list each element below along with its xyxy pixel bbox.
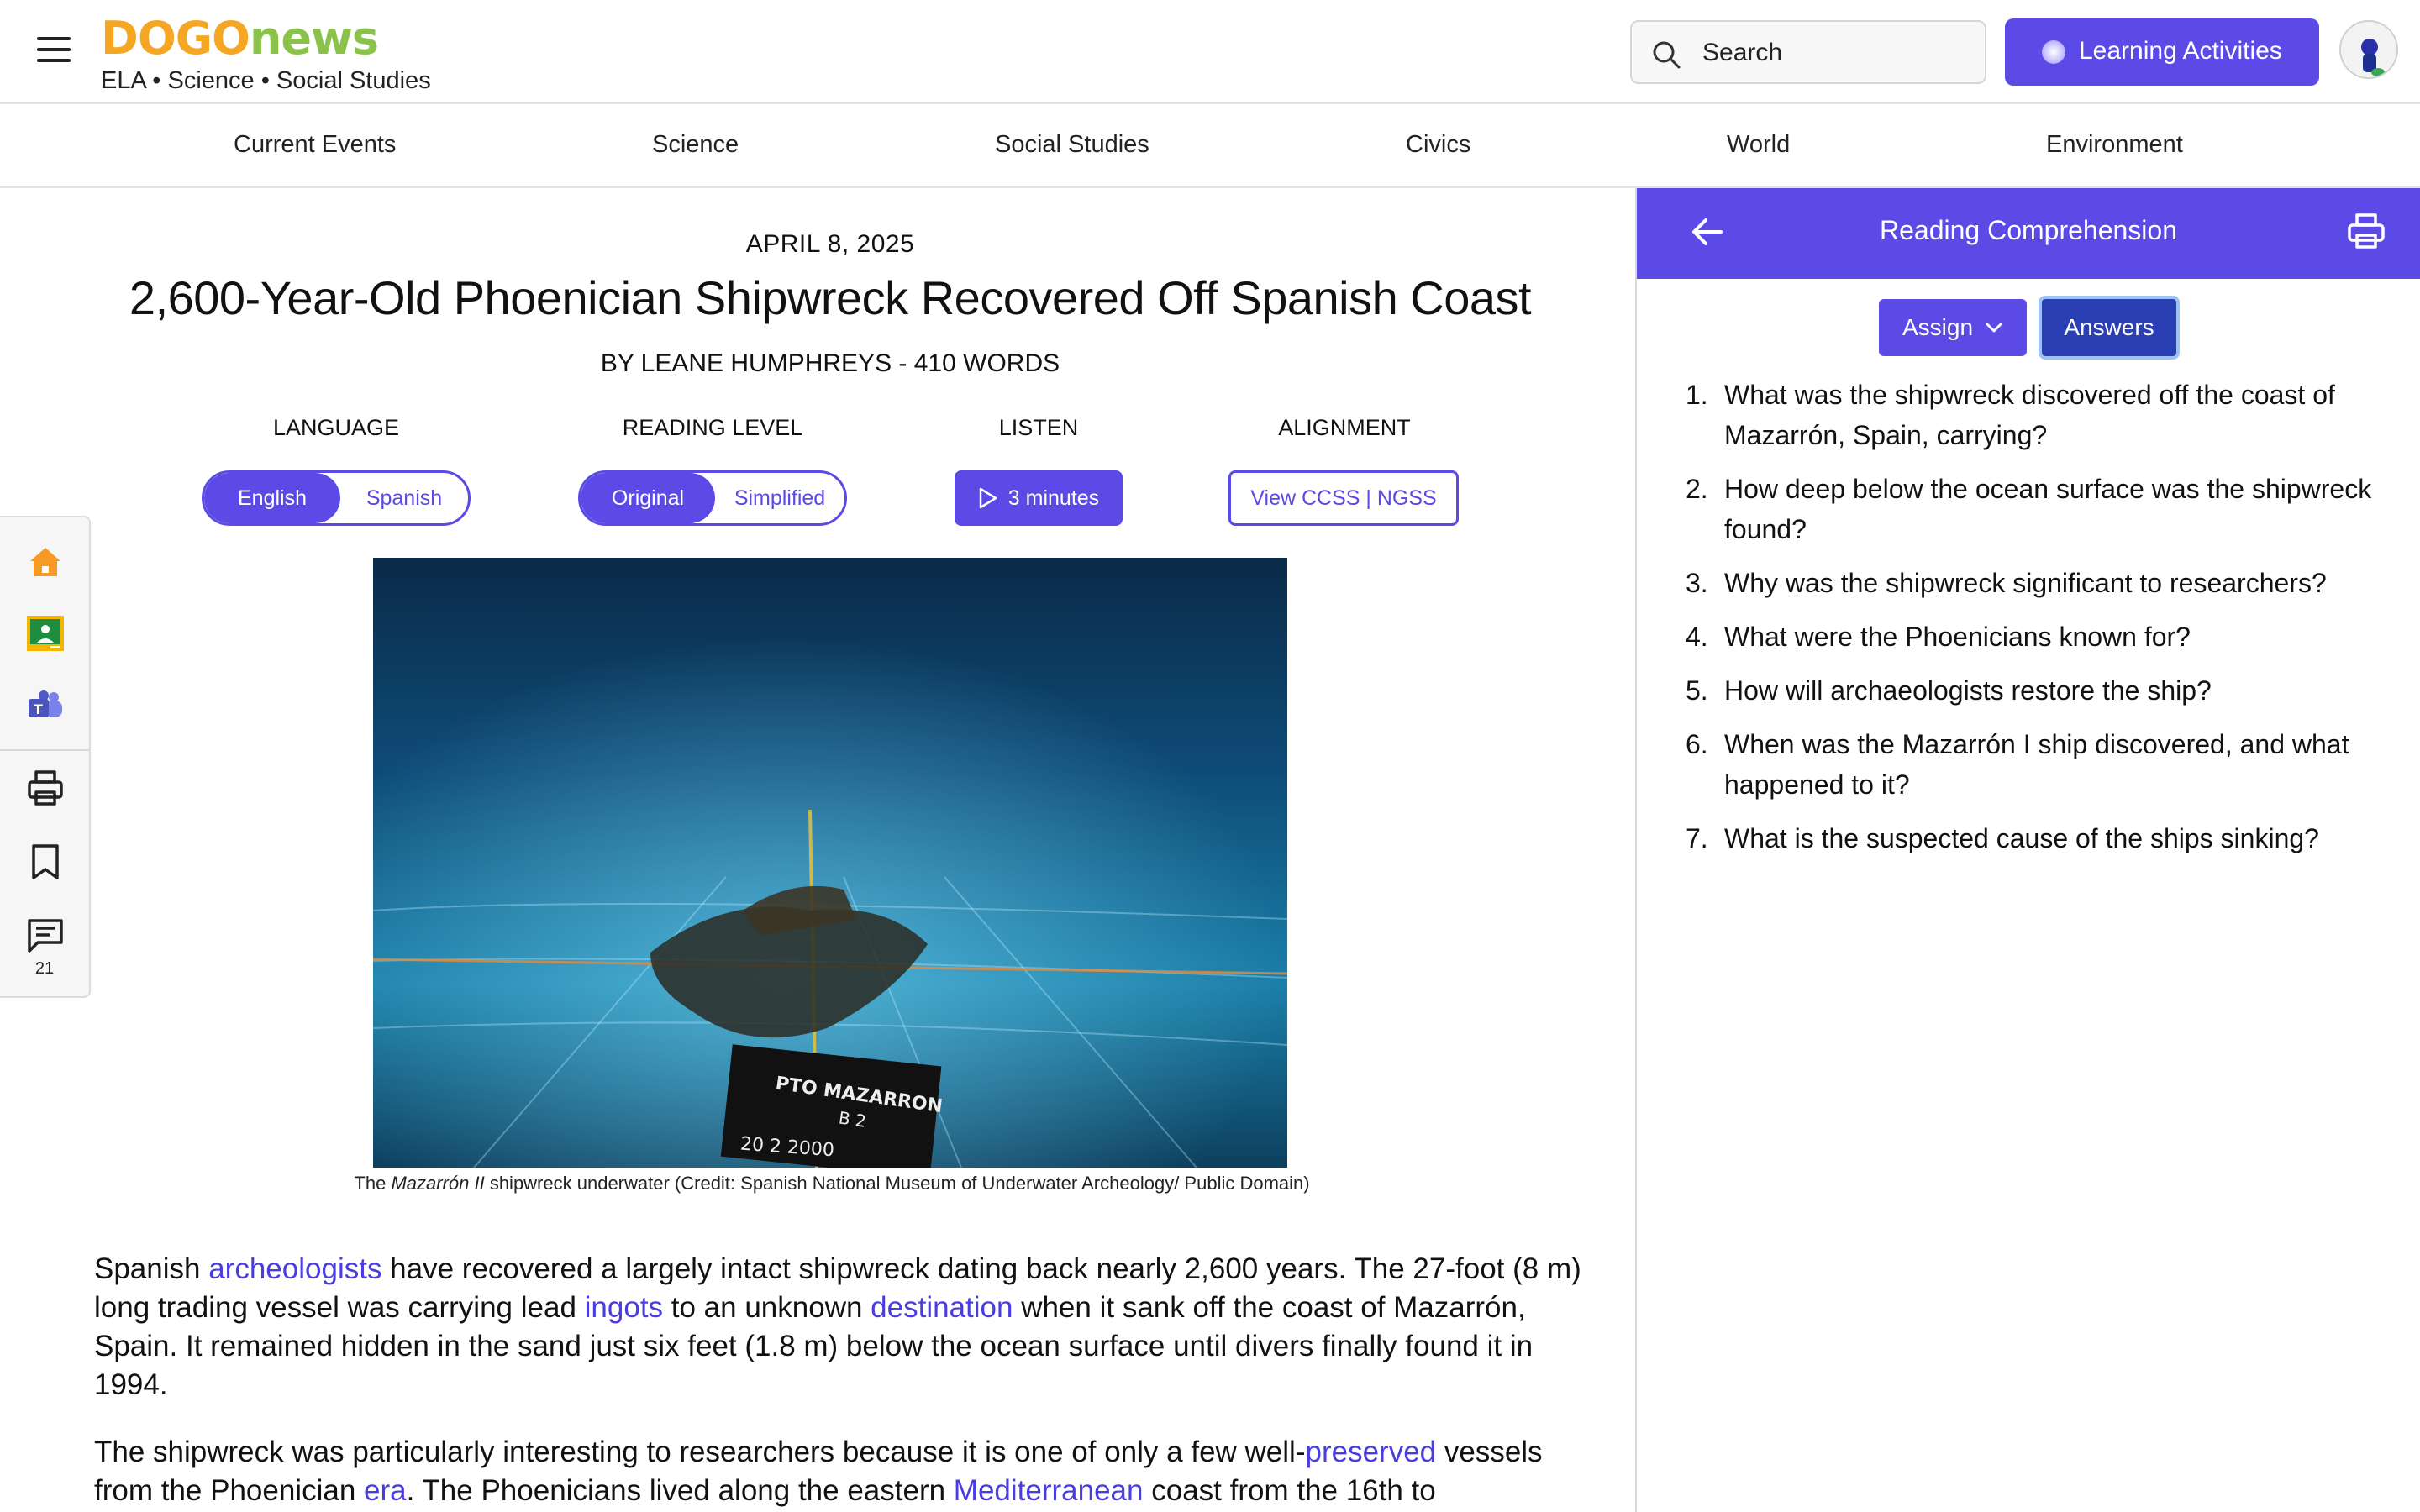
p2-text-3: . The Phoenicians lived along the easter… bbox=[406, 1474, 954, 1507]
question-item: 6. When was the Mazarrón I ship discovere… bbox=[1686, 724, 2375, 805]
learning-activities-button[interactable]: Learning Activities bbox=[2005, 18, 2319, 86]
question-item: 5. How will archaeologists restore the sh… bbox=[1686, 670, 2375, 711]
vocab-link-mediterranean[interactable]: Mediterranean bbox=[954, 1474, 1144, 1507]
p1-text-1: Spanish bbox=[94, 1252, 209, 1285]
sparkle-icon bbox=[2042, 40, 2065, 64]
language-option-spanish[interactable]: Spanish bbox=[340, 473, 468, 523]
question-number: 2. bbox=[1686, 474, 1708, 504]
logo-news-text: news bbox=[249, 12, 379, 65]
question-number: 5. bbox=[1686, 675, 1708, 706]
caption-post: shipwreck underwater (Credit: Spanish Na… bbox=[484, 1173, 1310, 1194]
panel-header: Reading Comprehension bbox=[1637, 188, 2420, 279]
nav-item-world[interactable]: World bbox=[1727, 131, 1790, 159]
question-text: What was the shipwreck discovered off th… bbox=[1724, 380, 2335, 450]
bookmark-icon[interactable] bbox=[22, 838, 69, 885]
article: APRIL 8, 2025 2,600-Year-Old Phoenician … bbox=[0, 190, 1635, 1512]
question-number: 7. bbox=[1686, 823, 1708, 853]
article-paragraph-1: Spanish archeologists have recovered a l… bbox=[94, 1250, 1590, 1404]
search-icon bbox=[1653, 41, 1681, 69]
toolbar-divider bbox=[0, 749, 89, 751]
question-text: What were the Phoenicians known for? bbox=[1724, 622, 2191, 652]
print-icon[interactable] bbox=[22, 764, 69, 811]
logo-dogo-text: DOGO bbox=[101, 12, 250, 65]
vocab-link-destination[interactable]: destination bbox=[871, 1291, 1013, 1324]
answers-button[interactable]: Answers bbox=[2039, 296, 2180, 360]
google-classroom-icon[interactable] bbox=[22, 610, 69, 657]
photo-sign-line2: B 2 bbox=[838, 1107, 868, 1131]
home-icon[interactable] bbox=[22, 538, 69, 585]
side-toolbar: T 21 bbox=[0, 516, 91, 998]
reading-level-label: READING LEVEL bbox=[622, 415, 803, 440]
reading-level-option-original[interactable]: Original bbox=[581, 473, 715, 523]
caption-pre: The bbox=[354, 1173, 392, 1194]
question-item: 4. What were the Phoenicians known for? bbox=[1686, 617, 2375, 657]
vocab-link-era[interactable]: era bbox=[364, 1474, 407, 1507]
top-header: DOGOnews ELA • Science • Social Studies … bbox=[0, 0, 2420, 104]
nav-item-environment[interactable]: Environment bbox=[2046, 131, 2183, 159]
article-title: 2,600-Year-Old Phoenician Shipwreck Reco… bbox=[129, 271, 1532, 324]
alignment-button[interactable]: View CCSS | NGSS bbox=[1228, 470, 1459, 526]
caption-italic: Mazarrón II bbox=[391, 1173, 485, 1194]
question-item: 1. What was the shipwreck discovered off … bbox=[1686, 375, 2375, 455]
search-box[interactable]: Search bbox=[1630, 20, 1986, 84]
assign-label: Assign bbox=[1902, 314, 1974, 340]
avatar-icon bbox=[2341, 22, 2396, 77]
search-label: Search bbox=[1702, 39, 1783, 66]
panel-print-icon[interactable] bbox=[2346, 212, 2386, 256]
photo-caption: The Mazarrón II shipwreck underwater (Cr… bbox=[353, 1171, 1311, 1196]
question-text: How will archaeologists restore the ship… bbox=[1724, 675, 2212, 706]
reading-level-option-simplified[interactable]: Simplified bbox=[715, 473, 844, 523]
listen-duration: 3 minutes bbox=[1007, 486, 1100, 510]
nav-item-social-studies[interactable]: Social Studies bbox=[995, 131, 1150, 159]
comment-count: 21 bbox=[34, 959, 55, 978]
p1-text-3: to an unknown bbox=[663, 1291, 871, 1324]
language-toggle: English Spanish bbox=[202, 470, 471, 526]
question-text: How deep below the ocean surface was the… bbox=[1724, 474, 2372, 544]
question-item: 3. Why was the shipwreck significant to r… bbox=[1686, 563, 2375, 603]
p2-text-1: The shipwreck was particularly interesti… bbox=[94, 1436, 1306, 1468]
question-item: 7. What is the suspected cause of the shi… bbox=[1686, 818, 2375, 858]
nav-item-civics[interactable]: Civics bbox=[1406, 131, 1470, 159]
nav-item-current-events[interactable]: Current Events bbox=[234, 131, 396, 159]
listen-label: LISTEN bbox=[998, 415, 1079, 440]
site-tagline: ELA • Science • Social Studies bbox=[101, 67, 431, 94]
panel-title: Reading Comprehension bbox=[1880, 215, 2177, 245]
answers-label: Answers bbox=[2044, 301, 2175, 354]
question-item: 2. How deep below the ocean surface was t… bbox=[1686, 469, 2375, 549]
category-nav: Current Events Science Social Studies Ci… bbox=[0, 104, 2420, 188]
teams-icon[interactable]: T bbox=[22, 682, 69, 729]
alignment-label: ALIGNMENT bbox=[1278, 415, 1411, 440]
assign-button[interactable]: Assign bbox=[1879, 299, 2027, 356]
vocab-link-preserved[interactable]: preserved bbox=[1305, 1436, 1436, 1468]
shipwreck-photo: PTO MAZARRON B 2 20 2 2000 bbox=[373, 558, 1287, 1168]
question-number: 1. bbox=[1686, 380, 1708, 410]
vocab-link-archeologists[interactable]: archeologists bbox=[208, 1252, 381, 1285]
play-icon bbox=[979, 487, 997, 509]
vocab-link-ingots[interactable]: ingots bbox=[585, 1291, 663, 1324]
language-option-english[interactable]: English bbox=[204, 473, 340, 523]
listen-button[interactable]: 3 minutes bbox=[955, 470, 1123, 526]
user-avatar[interactable] bbox=[2339, 20, 2398, 79]
question-list: 1. What was the shipwreck discovered off … bbox=[1686, 375, 2375, 872]
question-text: What is the suspected cause of the ships… bbox=[1724, 823, 2319, 853]
svg-text:T: T bbox=[34, 701, 43, 717]
comment-icon[interactable] bbox=[22, 912, 69, 959]
question-text: When was the Mazarrón I ship discovered,… bbox=[1724, 729, 2349, 800]
language-label: LANGUAGE bbox=[272, 415, 400, 440]
reading-level-toggle: Original Simplified bbox=[578, 470, 847, 526]
article-date: APRIL 8, 2025 bbox=[745, 230, 915, 258]
chevron-down-icon bbox=[1986, 323, 2002, 333]
article-paragraph-2: The shipwreck was particularly interesti… bbox=[94, 1433, 1590, 1510]
question-number: 6. bbox=[1686, 729, 1708, 759]
question-number: 4. bbox=[1686, 622, 1708, 652]
question-number: 3. bbox=[1686, 568, 1708, 598]
article-byline: BY LEANE HUMPHREYS - 410 WORDS bbox=[600, 349, 1060, 377]
question-text: Why was the shipwreck significant to res… bbox=[1724, 568, 2327, 598]
dogonews-logo[interactable]: DOGOnews bbox=[101, 12, 379, 66]
reading-comprehension-panel: Reading Comprehension Assign Answers 1. W… bbox=[1637, 188, 2420, 1512]
nav-item-science[interactable]: Science bbox=[652, 131, 739, 159]
menu-icon[interactable] bbox=[37, 37, 71, 66]
learning-activities-label: Learning Activities bbox=[2079, 37, 2282, 65]
p2-text-4: coast from the 16th to bbox=[1143, 1474, 1436, 1507]
